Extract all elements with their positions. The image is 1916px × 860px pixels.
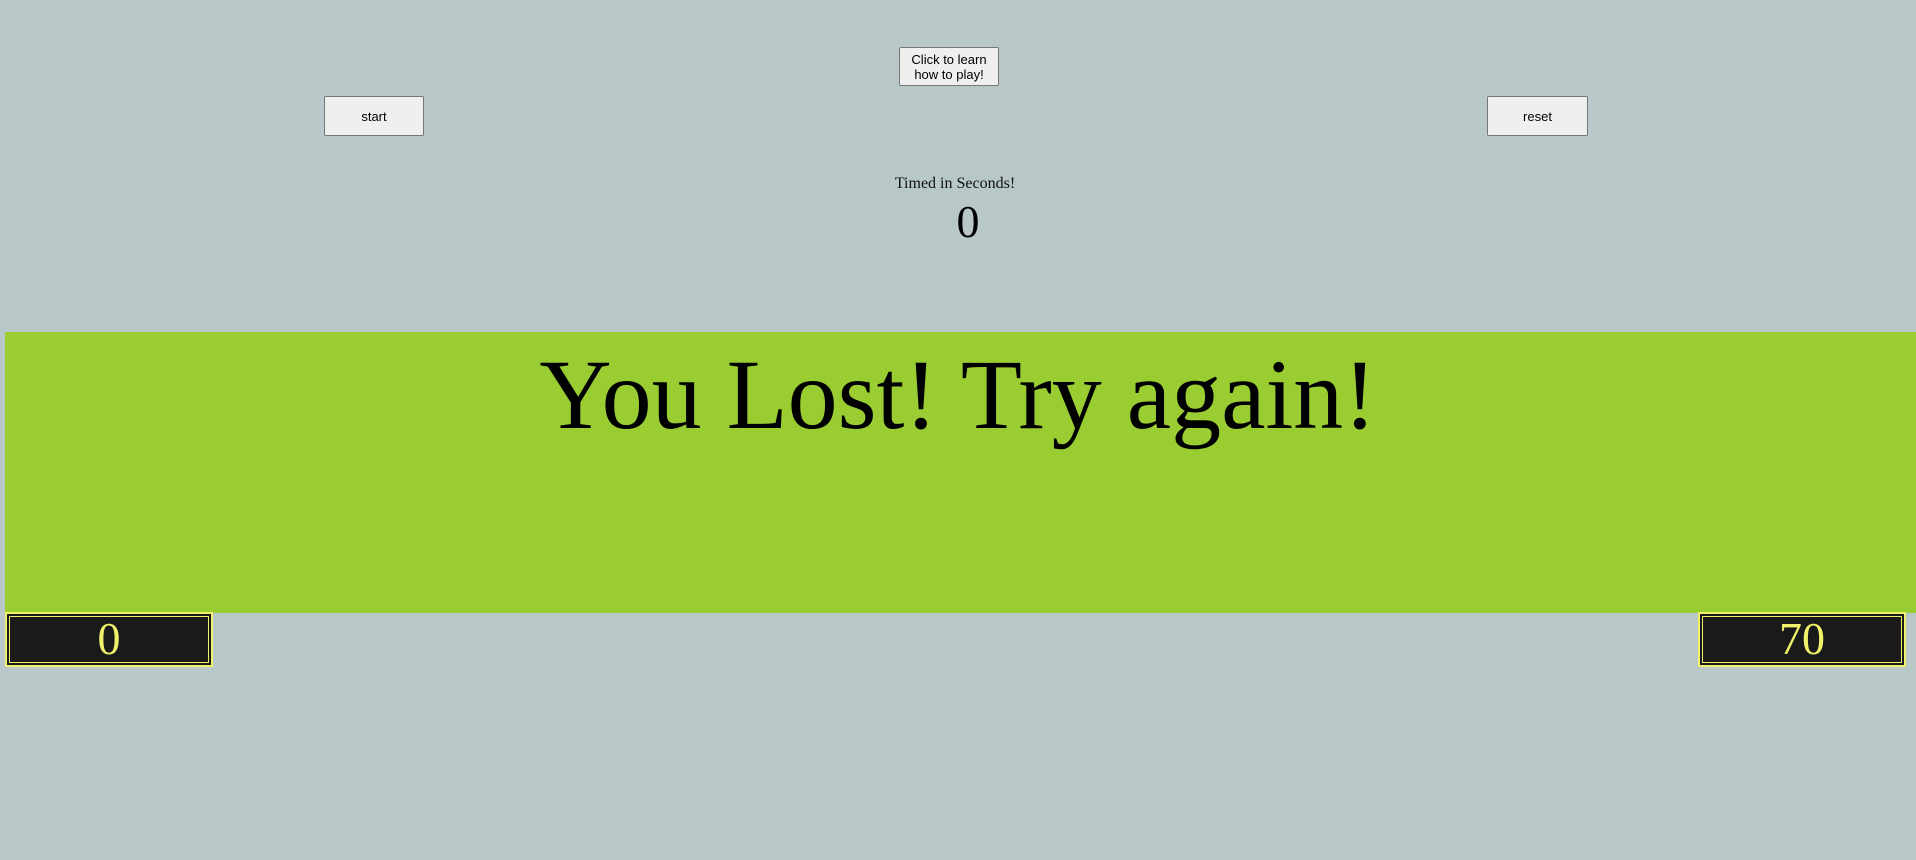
timer-value: 0	[956, 196, 980, 247]
timer-label: Timed in Seconds!	[894, 175, 1016, 192]
how-to-play-button[interactable]: Click to learn how to play!	[899, 47, 999, 86]
start-button[interactable]: start	[324, 96, 424, 136]
game-over-message: You Lost! Try again!	[539, 339, 1377, 450]
left-score-display: 0	[5, 612, 213, 667]
right-score-display: 70	[1698, 612, 1906, 667]
reset-button[interactable]: reset	[1487, 96, 1588, 136]
